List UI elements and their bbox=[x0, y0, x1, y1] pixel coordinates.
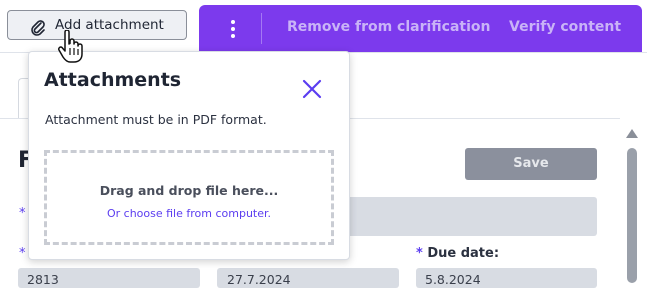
popup-title: Attachments bbox=[44, 69, 182, 91]
due-date-label-text: Due date: bbox=[427, 246, 500, 261]
choose-file-link[interactable]: Or choose file from computer. bbox=[47, 207, 331, 220]
action-bar-separator bbox=[261, 13, 262, 44]
save-button[interactable]: Save bbox=[465, 148, 597, 180]
text-field[interactable] bbox=[340, 197, 597, 236]
date-field-value: 27.7.2024 bbox=[227, 272, 291, 287]
due-date-field-value: 5.8.2024 bbox=[425, 272, 481, 287]
format-note: Attachment must be in PDF format. bbox=[45, 112, 267, 127]
attachments-popup: Attachments Attachment must be in PDF fo… bbox=[28, 51, 350, 260]
scrollbar-thumb[interactable] bbox=[627, 148, 637, 283]
action-bar: Remove from clarification Verify content bbox=[199, 5, 642, 52]
number-field-value: 2813 bbox=[27, 272, 59, 287]
close-icon[interactable] bbox=[301, 78, 323, 100]
required-marker: * bbox=[19, 246, 26, 261]
required-marker: * bbox=[19, 206, 26, 221]
scroll-up-arrow[interactable] bbox=[626, 129, 638, 138]
add-attachment-button[interactable]: Add attachment bbox=[7, 10, 187, 40]
remove-from-clarification-button[interactable]: Remove from clarification bbox=[287, 19, 491, 35]
file-dropzone[interactable]: Drag and drop file here... Or choose fil… bbox=[44, 150, 334, 245]
hand-pointer-cursor bbox=[58, 30, 83, 63]
dropzone-title: Drag and drop file here... bbox=[99, 183, 279, 198]
verify-content-button[interactable]: Verify content bbox=[509, 19, 621, 35]
paperclip-icon bbox=[31, 20, 45, 36]
more-vertical-icon[interactable] bbox=[221, 17, 245, 41]
due-date-label: * Due date: bbox=[416, 246, 500, 261]
